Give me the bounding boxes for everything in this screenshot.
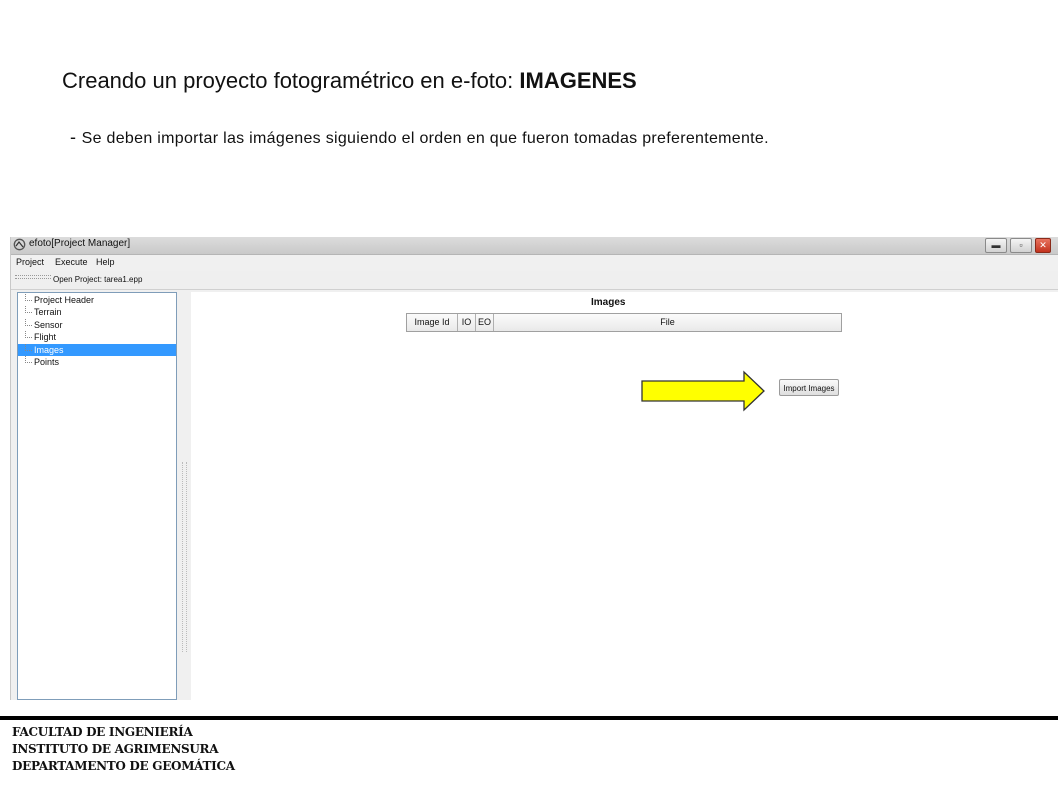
- tree-item-flight[interactable]: Flight: [18, 331, 176, 343]
- splitter-handle[interactable]: [182, 462, 187, 652]
- minimize-button[interactable]: ▬: [985, 238, 1007, 253]
- close-button[interactable]: ✕: [1035, 238, 1051, 253]
- import-images-button[interactable]: Import Images: [779, 379, 839, 396]
- bullet-dash: -: [70, 127, 82, 147]
- tree-item-project-header[interactable]: Project Header: [18, 294, 176, 306]
- tree-item-label: Points: [34, 357, 60, 367]
- bullet-content: Se deben importar las imágenes siguiendo…: [81, 130, 769, 147]
- main-pane: [191, 292, 1058, 700]
- menu-project[interactable]: Project: [16, 257, 44, 267]
- slide-title-bold: IMAGENES: [519, 68, 637, 93]
- images-heading: Images: [591, 297, 626, 308]
- tree-branch-line: [25, 294, 32, 301]
- tree-item-points[interactable]: Points: [18, 356, 176, 368]
- window-title: efoto[Project Manager]: [29, 238, 131, 249]
- footer-line-institute: INSTITUTO DE AGRIMENSURA: [12, 742, 219, 756]
- yellow-arrow-shape: [641, 370, 765, 412]
- tree-item-label: Images: [34, 345, 64, 355]
- tree-branch-line: [25, 319, 32, 326]
- column-file[interactable]: File: [494, 314, 841, 331]
- menu-execute[interactable]: Execute: [55, 257, 88, 267]
- slide-title: Creando un proyecto fotogramétrico en e-…: [62, 68, 637, 94]
- tree-branch-line: [25, 344, 32, 351]
- tree-branch-line: [25, 356, 32, 363]
- toolbar: Open Project: tarea1.epp: [11, 271, 1058, 290]
- bullet-text: - Se deben importar las imágenes siguien…: [70, 126, 830, 150]
- column-image-id[interactable]: Image Id: [407, 314, 458, 331]
- efoto-app-icon: [13, 238, 26, 251]
- window-titlebar[interactable]: efoto[Project Manager] ▬ ▫ ✕: [11, 237, 1058, 255]
- efoto-window: efoto[Project Manager] ▬ ▫ ✕ Project Exe…: [10, 237, 1058, 700]
- column-io[interactable]: IO: [458, 314, 476, 331]
- maximize-button[interactable]: ▫: [1010, 238, 1032, 253]
- footer-line-faculty: FACULTAD DE INGENIERÍA: [12, 725, 193, 739]
- tree-item-label: Project Header: [34, 295, 95, 305]
- tree-item-sensor[interactable]: Sensor: [18, 319, 176, 331]
- images-table-header: Image Id IO EO File: [406, 313, 842, 332]
- tree-item-label: Sensor: [34, 320, 63, 330]
- yellow-arrow-icon: [641, 370, 765, 412]
- column-eo[interactable]: EO: [476, 314, 494, 331]
- footer-line-department: DEPARTAMENTO DE GEOMÁTICA: [12, 759, 235, 773]
- footer-divider: [0, 716, 1058, 720]
- tree-item-label: Terrain: [34, 307, 62, 317]
- tree-item-label: Flight: [34, 332, 57, 342]
- open-project-label: Open Project: tarea1.epp: [53, 275, 143, 284]
- toolbar-grip-handle[interactable]: [15, 275, 51, 279]
- project-tree: Project Header Terrain Sensor Flight Ima…: [17, 292, 177, 700]
- slide-title-prefix: Creando un proyecto fotogramétrico en e-…: [62, 68, 520, 93]
- tree-item-images[interactable]: Images: [18, 344, 176, 356]
- tree-branch-line: [25, 306, 32, 313]
- tree-branch-line: [25, 331, 32, 338]
- footer: FACULTAD DE INGENIERÍA INSTITUTO DE AGRI…: [12, 724, 235, 775]
- menu-help[interactable]: Help: [96, 257, 115, 267]
- tree-item-terrain[interactable]: Terrain: [18, 306, 176, 318]
- menubar: Project Execute Help: [11, 255, 1058, 270]
